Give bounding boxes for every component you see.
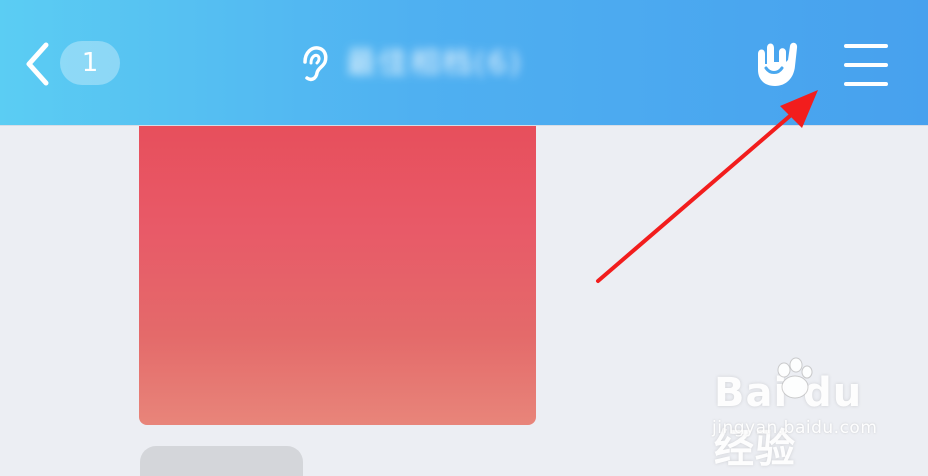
hand-gesture-icon	[758, 42, 798, 86]
chat-message-area	[0, 126, 928, 476]
ear-icon[interactable]	[296, 44, 330, 84]
back-button[interactable]: 1	[18, 34, 128, 94]
hand-gesture-button[interactable]	[748, 36, 806, 94]
menu-button[interactable]	[836, 36, 896, 94]
image-message[interactable]	[139, 126, 536, 425]
unread-count-badge: 1	[60, 41, 120, 85]
chat-header: 1 最佳相档(6)	[0, 0, 928, 126]
chat-title: 最佳相档(6)	[346, 46, 523, 81]
back-icon	[26, 42, 49, 86]
menu-icon	[844, 44, 888, 86]
message-bubble[interactable]	[140, 446, 303, 476]
